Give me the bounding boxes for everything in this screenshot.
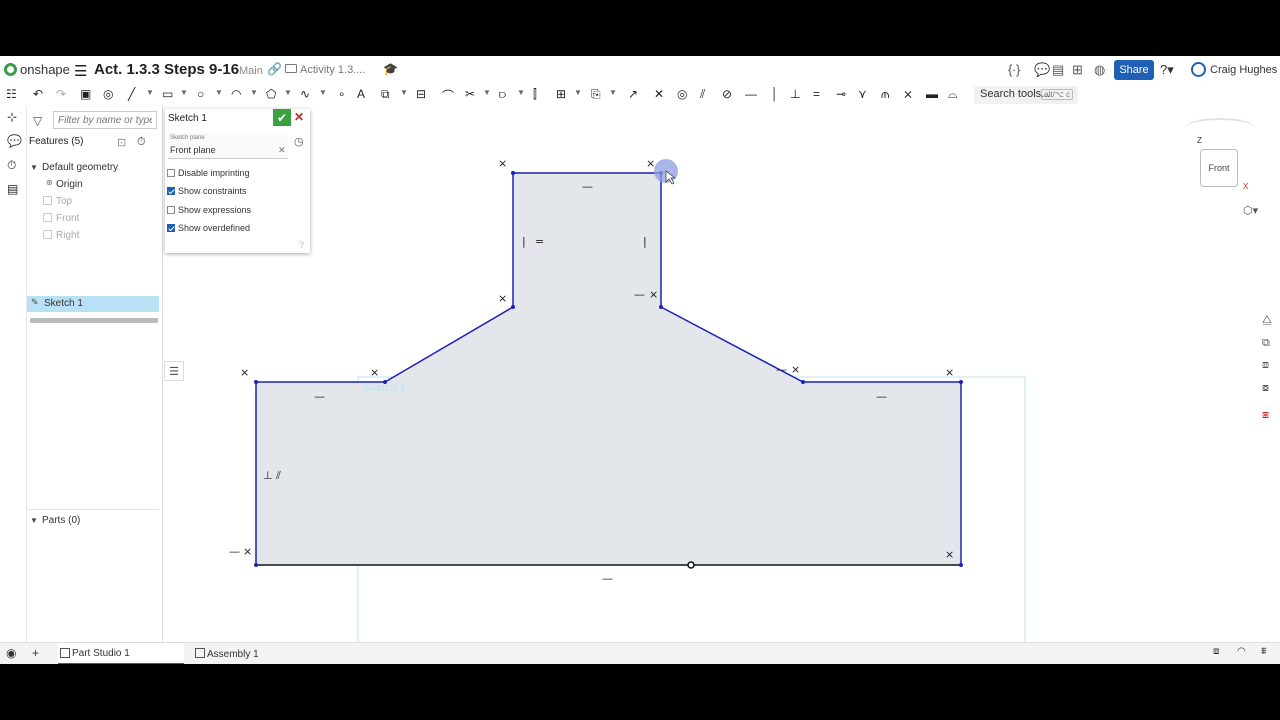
option-label: Show constraints — [178, 186, 247, 196]
coincident-constraint-icon[interactable]: ⨯ — [240, 366, 249, 379]
option-show-overdefined[interactable]: Show overdefined — [167, 221, 250, 235]
horizontal-constraint-icon[interactable]: — — [634, 288, 645, 301]
feature-list-toggle-button[interactable]: ☰ — [164, 361, 184, 381]
equal-constraint-icon[interactable]: = — [535, 235, 544, 248]
cancel-button[interactable]: ✕ — [294, 110, 304, 124]
sketch-vertex[interactable] — [254, 380, 258, 384]
view-rotate-arc[interactable] — [1185, 118, 1255, 138]
bottom-tab-bar: ◉ + Part Studio 1 Assembly 1 ⧈ ◠ ⩩ — [0, 642, 1280, 664]
horizontal-constraint-icon[interactable]: — — [602, 572, 613, 585]
origin-point[interactable] — [687, 561, 695, 569]
variables-icon[interactable]: ⧆ — [1262, 409, 1269, 422]
axis-x-label: X — [1243, 182, 1249, 191]
horizontal-constraint-icon[interactable]: — — [229, 545, 240, 558]
view-cube-label: Front — [1208, 163, 1230, 173]
perpendicular-constraint-icon[interactable]: ⊥ — [263, 469, 273, 482]
view-options-icon[interactable]: ⬡▾ — [1243, 204, 1258, 217]
show-expressions-checkbox[interactable] — [167, 206, 175, 214]
option-label: Show expressions — [178, 205, 252, 215]
coincident-constraint-icon[interactable]: ⨯ — [945, 366, 954, 379]
horizontal-constraint-icon[interactable]: — — [582, 180, 593, 193]
sketch-plane-field[interactable]: Sketch plane Front plane ✕ — [168, 133, 288, 159]
horizontal-constraint-icon[interactable]: — — [314, 390, 325, 403]
appearance-icon[interactable]: ⧋ — [1262, 314, 1272, 327]
sketch-vertex[interactable] — [254, 563, 258, 567]
horizontal-constraint-icon[interactable]: — — [776, 363, 787, 376]
sketch-region[interactable] — [256, 173, 961, 565]
disable-imprinting-checkbox[interactable] — [167, 169, 175, 177]
parallel-constraint-icon[interactable]: ⫽ — [275, 469, 281, 482]
view-options-icon[interactable]: ◉ — [6, 646, 16, 660]
help-icon[interactable]: ? — [299, 240, 304, 250]
accept-button[interactable]: ✔ — [273, 109, 291, 126]
tab-part-studio-1[interactable]: Part Studio 1 — [58, 643, 184, 664]
show-constraints-checkbox[interactable] — [167, 187, 175, 195]
option-label: Disable imprinting — [178, 168, 250, 178]
option-show-constraints[interactable]: Show constraints — [167, 184, 247, 198]
coincident-constraint-icon[interactable]: ⨯ — [646, 157, 655, 170]
view-cube[interactable]: Front — [1200, 149, 1238, 187]
section-view-icon[interactable]: ⧈ — [1213, 646, 1219, 657]
tab-label: Part Studio 1 — [72, 647, 130, 659]
assembly-icon — [195, 648, 205, 658]
part-studio-icon — [60, 648, 70, 658]
onshape-app: onshape ☰ Act. 1.3.3 Steps 9-16 Main 🔗 A… — [0, 56, 1280, 664]
coincident-constraint-icon[interactable]: ⨯ — [243, 545, 252, 558]
measure-tool-icon[interactable]: ◠ — [1237, 646, 1246, 657]
measure-icon[interactable]: ⧇ — [1262, 382, 1269, 395]
parts-icon[interactable]: ⧉ — [1262, 337, 1270, 350]
coincident-constraint-icon[interactable]: ⨯ — [498, 157, 507, 170]
sketch-vertex[interactable] — [659, 305, 663, 309]
tab-label: Assembly 1 — [207, 648, 259, 660]
option-label: Show overdefined — [178, 223, 251, 233]
sketch-vertex[interactable] — [801, 380, 805, 384]
sketch-vertex[interactable] — [959, 380, 963, 384]
option-show-expressions[interactable]: Show expressions — [167, 203, 251, 217]
horizontal-constraint-icon[interactable]: — — [876, 390, 887, 403]
sketch-vertex[interactable] — [959, 563, 963, 567]
sketch-dialog-title[interactable]: Sketch 1 — [168, 113, 207, 124]
sketch-history-icon[interactable]: ◷ — [294, 135, 304, 148]
sketch-plane-label: Sketch plane — [170, 135, 205, 141]
coincident-constraint-icon[interactable]: ⨯ — [370, 366, 379, 379]
sketch-vertex[interactable] — [511, 171, 515, 175]
coincident-constraint-icon[interactable]: ⨯ — [791, 363, 800, 376]
mass-properties-icon[interactable]: ⩩ — [1261, 646, 1266, 657]
coincident-constraint-icon[interactable]: ⨯ — [498, 292, 507, 305]
add-tab-icon[interactable]: + — [32, 646, 39, 660]
tab-assembly-1[interactable]: Assembly 1 — [193, 643, 319, 664]
mates-icon[interactable]: ⧈ — [1262, 359, 1269, 372]
coincident-constraint-icon[interactable]: ⨯ — [945, 548, 954, 561]
sketch-plane-value: Front plane — [170, 145, 216, 155]
axis-z-label: Z — [1197, 136, 1202, 145]
coincident-constraint-icon[interactable]: ⨯ — [649, 288, 658, 301]
vertical-constraint-icon[interactable]: | — [643, 235, 647, 248]
clear-plane-icon[interactable]: ✕ — [278, 145, 286, 156]
show-overdefined-checkbox[interactable] — [167, 224, 175, 232]
sketch-vertex[interactable] — [511, 305, 515, 309]
sketch-name-label: Sketch 1 — [363, 382, 406, 394]
sketch-dialog: Sketch 1 ✔ ✕ Sketch plane Front plane ✕ … — [165, 109, 310, 253]
option-disable-imprinting[interactable]: Disable imprinting — [167, 166, 250, 180]
vertical-constraint-icon[interactable]: | — [522, 235, 526, 248]
